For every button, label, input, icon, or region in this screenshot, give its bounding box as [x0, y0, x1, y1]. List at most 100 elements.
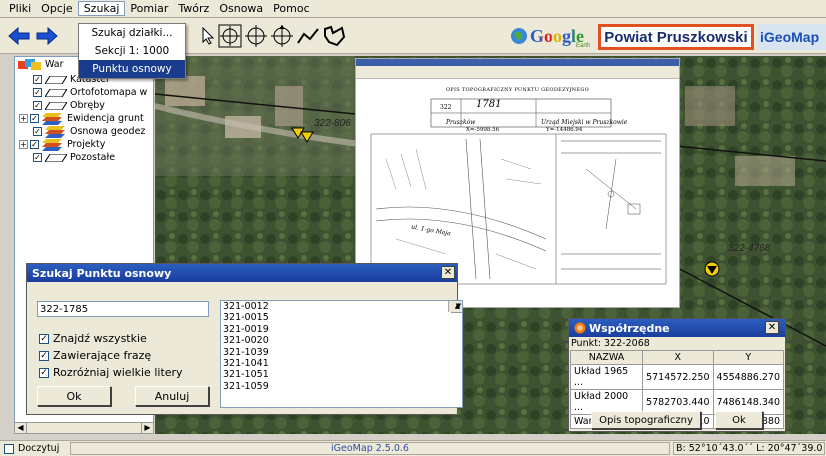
app-globe-icon [574, 322, 586, 334]
search-dialog-titlebar: Szukaj Punktu osnowy [27, 264, 457, 282]
layer-root-label: War [45, 59, 64, 70]
doc-y-value: Y=-14486.94 [546, 127, 583, 133]
survey-point-marker[interactable] [704, 261, 720, 277]
doc-owner: Urząd Miejski w Pruszkowie [541, 119, 628, 126]
zoom-in-crosshair-icon[interactable] [217, 23, 243, 49]
list-item[interactable]: 321-0020 [221, 335, 462, 346]
coords-dialog-titlebar: Współrzędne [569, 319, 785, 337]
menu-pomiar[interactable]: Pomiar [125, 2, 173, 15]
layer-item[interactable]: ✓ Pozostałe [33, 151, 115, 164]
layer-item[interactable]: ✓ Osnowa geodez [33, 125, 145, 138]
results-scrollbar[interactable]: ▲ ▼ [448, 301, 462, 313]
expand-icon[interactable]: + [19, 114, 28, 123]
point-label: 322-806 [314, 118, 351, 129]
layer-label: Obręby [70, 100, 105, 111]
close-icon[interactable]: ✕ [765, 321, 779, 334]
menu-bar: Pliki Opcje Szukaj Pomiar Twórz Osnowa P… [0, 0, 826, 18]
expand-icon[interactable]: + [19, 140, 28, 149]
contains-phrase-label: Zawierające frazę [53, 349, 152, 362]
list-item[interactable]: 321-1051 [221, 369, 462, 380]
cancel-button[interactable]: Anuluj [135, 386, 209, 406]
search-results-list[interactable]: 321-0012 321-0015 321-0019 321-0020 321-… [220, 300, 463, 408]
ok-button[interactable]: Ok [715, 411, 763, 429]
doc-point-number: 1781 [476, 99, 502, 110]
case-sensitive-checkbox[interactable]: ✓ Rozróżniaj wielkie litery [39, 366, 183, 379]
doc-x-value: X=-5998.56 [466, 127, 500, 133]
layer-label: Ortofotomapa w [70, 87, 148, 98]
measure-area-icon[interactable] [321, 23, 347, 49]
layer-label: Projekty [67, 139, 106, 150]
layer-checkbox[interactable]: ✓ [33, 153, 42, 162]
table-header-row: NAZWA X Y [569, 350, 785, 365]
menu-tworz[interactable]: Twórz [173, 2, 214, 15]
menu-osnowa[interactable]: Osnowa [214, 2, 268, 15]
find-all-checkbox[interactable]: ✓ Znajdź wszystkie [39, 332, 147, 345]
menu-item-szukaj-dzialki[interactable]: Szukaj działki... [79, 24, 185, 42]
layer-checkbox[interactable]: ✓ [33, 75, 42, 84]
menu-pomoc[interactable]: Pomoc [268, 2, 314, 15]
list-item[interactable]: 321-0012 [221, 301, 462, 312]
point-search-input[interactable] [37, 301, 209, 317]
scroll-left-icon[interactable]: ◀ [15, 423, 27, 433]
doc-locality: Pruszków [446, 119, 476, 126]
layer-checkbox[interactable]: ✓ [33, 101, 42, 110]
scroll-down-icon[interactable]: ▼ [451, 301, 462, 312]
layer-checkbox[interactable]: ✓ [33, 88, 42, 97]
layer-checkbox[interactable]: ✓ [33, 127, 42, 136]
globe-icon [511, 28, 527, 44]
menu-szukaj[interactable]: Szukaj [77, 1, 126, 16]
menu-pliki[interactable]: Pliki [4, 2, 36, 15]
layer-root[interactable]: War [17, 58, 64, 71]
checkbox-checked-icon: ✓ [39, 350, 49, 361]
earth-label: Earth [576, 43, 591, 49]
case-sensitive-label: Rozróżniaj wielkie litery [53, 366, 183, 379]
powiat-pruszkowski-button[interactable]: Powiat Pruszkowski [598, 24, 754, 50]
status-bar: Doczytuj iGeoMap 2.5.0.6 B: 52°10´43.0´´… [0, 440, 826, 456]
menu-item-punktu-osnowy[interactable]: Punktu osnowy [79, 60, 185, 78]
layer-checkbox[interactable]: ✓ [30, 114, 39, 123]
coordinates-dialog: Współrzędne ✕ Punkt: 322-2068 NAZWA X Y … [568, 318, 786, 432]
measure-line-icon[interactable] [295, 23, 321, 49]
doc-number: 322 [440, 104, 452, 111]
column-header: X [642, 350, 714, 365]
scroll-right-icon[interactable]: ▶ [141, 423, 153, 433]
layer-label: Ewidencja grunt [67, 113, 144, 124]
list-item[interactable]: 321-1041 [221, 358, 462, 369]
layer-checkbox[interactable]: ✓ [30, 140, 39, 149]
layer-label: Osnowa geodez [70, 126, 146, 137]
layer-item[interactable]: + ✓ Ewidencja grunt [19, 112, 144, 125]
zoom-out-crosshair-icon[interactable] [243, 23, 269, 49]
list-item[interactable]: 321-1059 [221, 381, 462, 392]
list-item[interactable]: 321-0015 [221, 312, 462, 323]
map-layer-icon [45, 88, 67, 97]
map-layer-icon [45, 101, 67, 110]
list-item[interactable]: 321-1039 [221, 347, 462, 358]
doc-window-menubar [356, 66, 679, 73]
table-row[interactable]: Układ 1965 ... 5714572.250 4554886.270 [569, 364, 785, 390]
version-label: iGeoMap 2.5.0.6 [70, 442, 670, 455]
back-arrow-icon[interactable] [6, 23, 32, 49]
menu-item-sekcji[interactable]: Sekcji 1: 1000 [79, 42, 185, 60]
cursor-coordinates: B: 52°10´43.0´´ L: 20°47´39.0´´ [673, 442, 825, 455]
load-checkbox[interactable]: Doczytuj [4, 443, 59, 454]
layer-item[interactable]: ✓ Obręby [33, 99, 105, 112]
topographic-description-button[interactable]: Opis topograficzny [591, 411, 701, 429]
layer-item[interactable]: ✓ Ortofotomapa w [33, 86, 147, 99]
layer-item[interactable]: + ✓ Projekty [19, 138, 105, 151]
pan-crosshair-icon[interactable] [269, 23, 295, 49]
find-all-label: Znajdź wszystkie [53, 332, 147, 345]
list-item[interactable]: 321-0019 [221, 324, 462, 335]
igeomap-logo[interactable]: iGeoMap [757, 24, 826, 50]
doc-window-toolbar [356, 73, 679, 79]
contains-phrase-checkbox[interactable]: ✓ Zawierające frazę [39, 349, 151, 362]
coords-dialog-title: Współrzędne [589, 321, 670, 335]
table-cell: Układ 1965 ... [569, 364, 644, 390]
layer-panel-scrollbar[interactable]: ◀ ▶ [14, 422, 154, 434]
menu-opcje[interactable]: Opcje [36, 2, 78, 15]
layers-root-icon [18, 58, 41, 70]
ok-button[interactable]: Ok [37, 386, 111, 406]
layer-stack-icon [42, 138, 62, 151]
layer-label: Pozostałe [70, 152, 116, 163]
forward-arrow-icon[interactable] [34, 23, 60, 49]
close-icon[interactable]: ✕ [441, 266, 455, 279]
